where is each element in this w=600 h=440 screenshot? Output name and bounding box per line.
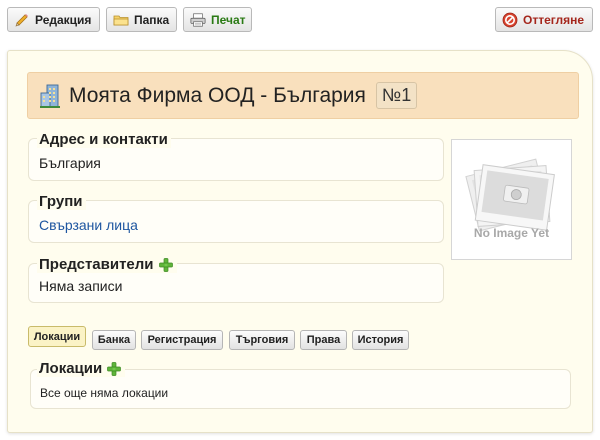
- no-image-caption: No Image Yet: [473, 226, 550, 240]
- reject-button-label: Оттегляне: [523, 12, 585, 27]
- address-value: България: [39, 155, 101, 171]
- representatives-legend: Представители: [37, 256, 177, 273]
- print-button[interactable]: Печат: [183, 7, 252, 32]
- folder-button-label: Папка: [134, 12, 170, 27]
- folder-icon: [113, 12, 129, 28]
- tab-trade[interactable]: Търговия: [229, 330, 295, 350]
- locations-panel: Локации Все още няма локации: [30, 360, 571, 409]
- tab-label: Регистрация: [147, 334, 217, 346]
- tab-label: Търговия: [235, 334, 289, 346]
- page-title: Моята Фирма ООД - България: [69, 83, 366, 107]
- locations-legend-label: Локации: [39, 360, 103, 377]
- groups-fieldset: Групи Свързани лица: [28, 193, 444, 243]
- locations-legend: Локации: [37, 360, 126, 377]
- add-location-plus-icon[interactable]: [106, 361, 122, 377]
- groups-legend-label: Групи: [39, 193, 83, 210]
- tab-label: Права: [306, 334, 341, 346]
- company-card: Моята Фирма ООД - България №1 Адрес и ко…: [7, 50, 593, 433]
- reject-button[interactable]: Оттегляне: [495, 7, 593, 32]
- groups-legend: Групи: [37, 193, 86, 210]
- edit-button-label: Редакция: [35, 12, 92, 27]
- address-legend: Адрес и контакти: [37, 131, 171, 148]
- tab-bank[interactable]: Банка: [92, 330, 136, 350]
- building-icon: [38, 83, 62, 109]
- tab-label: Банка: [97, 334, 131, 346]
- add-representative-plus-icon[interactable]: [158, 257, 174, 273]
- address-legend-label: Адрес и контакти: [39, 131, 168, 148]
- photo-stack-icon: [465, 158, 555, 232]
- title-bar: Моята Фирма ООД - България №1: [27, 72, 579, 119]
- address-fieldset: Адрес и контакти България: [28, 131, 444, 181]
- pencil-icon: [14, 12, 30, 28]
- tab-label: Локации: [33, 330, 81, 343]
- representatives-legend-label: Представители: [39, 256, 154, 273]
- no-image-placeholder: No Image Yet: [451, 139, 572, 260]
- print-button-label: Печат: [211, 12, 246, 27]
- representatives-value: Няма записи: [39, 278, 123, 294]
- tab-label: История: [357, 334, 404, 346]
- tab-history[interactable]: История: [352, 330, 409, 350]
- tab-locations[interactable]: Локации: [28, 326, 86, 347]
- tab-rights[interactable]: Права: [300, 330, 347, 350]
- edit-button[interactable]: Редакция: [7, 7, 100, 32]
- group-link-related-persons[interactable]: Свързани лица: [39, 217, 138, 233]
- reject-icon: [502, 12, 518, 28]
- printer-icon: [190, 12, 206, 28]
- record-number-badge: №1: [375, 82, 418, 109]
- representatives-fieldset: Представители Няма записи: [28, 256, 444, 303]
- tab-registration[interactable]: Регистрация: [141, 330, 223, 350]
- locations-empty-message: Все още няма локации: [40, 386, 169, 400]
- folder-button[interactable]: Папка: [106, 7, 177, 32]
